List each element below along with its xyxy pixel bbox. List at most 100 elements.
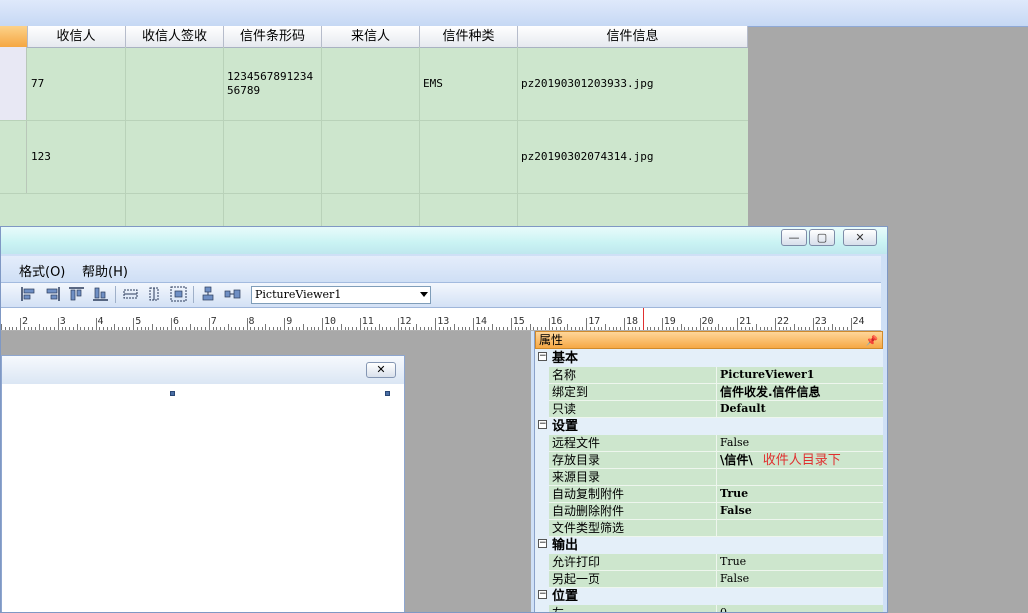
ruler-minor-tick bbox=[707, 327, 709, 330]
property-value[interactable]: False bbox=[716, 503, 883, 520]
collapse-toggle-icon[interactable]: − bbox=[538, 420, 547, 429]
property-row[interactable]: 左0 bbox=[535, 605, 883, 612]
chevron-down-icon[interactable] bbox=[420, 292, 428, 297]
property-category[interactable]: − 基本 bbox=[535, 350, 883, 367]
row-indicator[interactable] bbox=[0, 120, 27, 193]
column-header-info[interactable]: 信件信息 bbox=[518, 26, 748, 47]
form-close-button[interactable]: ✕ bbox=[366, 362, 396, 378]
ruler-minor-tick bbox=[182, 327, 184, 330]
ruler-minor-tick bbox=[337, 327, 339, 330]
ruler-major-tick bbox=[850, 318, 852, 330]
property-row[interactable]: 另起一页 False bbox=[535, 571, 883, 588]
align-right-icon[interactable] bbox=[44, 286, 61, 302]
property-value[interactable] bbox=[716, 520, 883, 537]
ruler-minor-tick bbox=[824, 327, 826, 330]
ruler-minor-tick bbox=[125, 327, 127, 330]
annotation-note: 收件人目录下 bbox=[762, 453, 841, 468]
collapse-toggle-icon[interactable]: − bbox=[538, 590, 547, 599]
ruler-minor-tick bbox=[714, 327, 716, 330]
component-select[interactable]: PictureViewer1 bbox=[251, 286, 431, 304]
property-value[interactable]: 0 bbox=[716, 605, 883, 612]
property-value[interactable]: \信件\ 收件人目录下 bbox=[716, 452, 883, 469]
cell-barcode[interactable]: 123456789123456789 bbox=[227, 70, 319, 98]
cell-info[interactable]: pz20190301203933.jpg bbox=[521, 77, 653, 90]
pin-icon[interactable]: 📌 bbox=[866, 334, 878, 350]
ruler-label: 24 bbox=[852, 316, 865, 327]
property-row[interactable]: 文件类型筛选 bbox=[535, 520, 883, 537]
ruler-minor-tick bbox=[306, 327, 308, 330]
restore-button[interactable]: ▢ bbox=[809, 229, 835, 246]
property-category[interactable]: − 设置 bbox=[535, 418, 883, 435]
ruler-minor-tick bbox=[601, 327, 603, 330]
ruler: 2 3 4 5 6 7 8 9 10 11 12 13 14 15 16 17 18 19 20 21 22 23 24 bbox=[1, 308, 881, 331]
ruler-minor-tick bbox=[680, 324, 682, 330]
center-vertical-icon[interactable] bbox=[200, 286, 217, 302]
ruler-minor-tick bbox=[654, 327, 656, 330]
column-header-type[interactable]: 信件种类 bbox=[420, 26, 518, 47]
ruler-minor-tick bbox=[272, 327, 274, 330]
menu-help[interactable]: 帮助(H) bbox=[82, 261, 128, 280]
property-row[interactable]: 绑定到 信件收发.信件信息 bbox=[535, 384, 883, 401]
same-height-icon[interactable] bbox=[146, 286, 163, 302]
ruler-label: 14 bbox=[475, 316, 488, 327]
cell-receiver[interactable]: 77 bbox=[31, 77, 44, 90]
ruler-minor-tick bbox=[223, 327, 225, 330]
row-indicator[interactable] bbox=[0, 47, 27, 120]
center-horizontal-icon[interactable] bbox=[224, 286, 241, 302]
property-row[interactable]: 名称 PictureViewer1 bbox=[535, 367, 883, 384]
ruler-minor-tick bbox=[114, 324, 116, 330]
property-category[interactable]: − 位置 bbox=[535, 588, 883, 605]
property-value[interactable]: True bbox=[716, 486, 883, 503]
designer-title-bar[interactable]: — ▢ ✕ bbox=[1, 227, 887, 254]
minimize-button[interactable]: — bbox=[781, 229, 807, 246]
property-row[interactable]: 来源目录 bbox=[535, 469, 883, 486]
property-value[interactable] bbox=[716, 469, 883, 486]
property-value[interactable]: True bbox=[716, 554, 883, 571]
ruler-minor-tick bbox=[178, 327, 180, 330]
align-bottom-icon[interactable] bbox=[92, 286, 109, 302]
property-row[interactable]: 允许打印 True bbox=[535, 554, 883, 571]
property-value[interactable]: PictureViewer1 bbox=[716, 367, 883, 384]
property-value[interactable]: False bbox=[716, 435, 883, 452]
property-row[interactable]: 只读 Default bbox=[535, 401, 883, 418]
align-left-icon[interactable] bbox=[20, 286, 37, 302]
ruler-major-tick bbox=[435, 318, 437, 330]
property-value[interactable]: False bbox=[716, 571, 883, 588]
close-button[interactable]: ✕ bbox=[843, 229, 877, 246]
column-header-signed[interactable]: 收信人签收 bbox=[126, 26, 224, 47]
cell-type[interactable]: EMS bbox=[423, 77, 443, 90]
ruler-minor-tick bbox=[767, 327, 769, 330]
same-size-icon[interactable] bbox=[170, 286, 187, 302]
cell-info[interactable]: pz20190302074314.jpg bbox=[521, 150, 653, 163]
ruler-minor-tick bbox=[31, 327, 33, 330]
ruler-minor-tick bbox=[35, 327, 37, 330]
resize-handle[interactable] bbox=[385, 391, 390, 396]
property-value[interactable]: Default bbox=[716, 401, 883, 418]
ruler-major-tick bbox=[737, 318, 739, 330]
align-top-icon[interactable] bbox=[68, 286, 85, 302]
ruler-minor-tick bbox=[53, 327, 55, 330]
cell-receiver[interactable]: 123 bbox=[31, 150, 51, 163]
ruler-label: 21 bbox=[739, 316, 752, 327]
property-value[interactable]: 信件收发.信件信息 bbox=[716, 384, 883, 401]
ruler-minor-tick bbox=[201, 327, 203, 330]
ruler-minor-tick bbox=[748, 327, 750, 330]
column-header-sender[interactable]: 来信人 bbox=[322, 26, 420, 47]
ruler-minor-tick bbox=[295, 327, 297, 330]
ruler-minor-tick bbox=[189, 324, 191, 330]
property-row[interactable]: 远程文件 False bbox=[535, 435, 883, 452]
form-title-bar[interactable]: ✕ bbox=[2, 356, 404, 384]
resize-handle[interactable] bbox=[170, 391, 175, 396]
ruler-minor-tick bbox=[574, 327, 576, 330]
menu-format[interactable]: 格式(O) bbox=[19, 261, 65, 280]
column-header-barcode[interactable]: 信件条形码 bbox=[224, 26, 322, 47]
column-header-receiver[interactable]: 收信人 bbox=[27, 26, 126, 47]
property-row[interactable]: 存放目录 \信件\ 收件人目录下 bbox=[535, 452, 883, 469]
same-width-icon[interactable] bbox=[122, 286, 139, 302]
property-row[interactable]: 自动复制附件 True bbox=[535, 486, 883, 503]
ruler-minor-tick bbox=[763, 327, 765, 330]
collapse-toggle-icon[interactable]: − bbox=[538, 352, 547, 361]
property-row[interactable]: 自动删除附件 False bbox=[535, 503, 883, 520]
property-category[interactable]: − 输出 bbox=[535, 537, 883, 554]
collapse-toggle-icon[interactable]: − bbox=[538, 539, 547, 548]
